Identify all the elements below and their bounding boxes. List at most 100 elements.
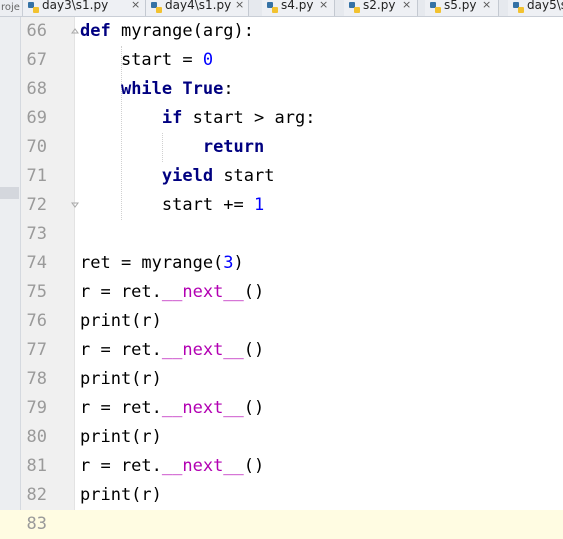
code-line[interactable]: 67 start = 0 [0,46,563,75]
line-number: 70 [26,137,47,157]
number-token: 0 [202,50,214,70]
tab-label: day4\s1.py [165,0,232,12]
line-number: 77 [26,340,47,360]
line-number: 73 [26,224,47,244]
code-line[interactable]: 77 r = ret.__next__() [0,336,563,365]
code-text[interactable]: r = ret.__next__() [80,452,264,481]
python-file-icon [513,2,524,13]
keyword-token: while [120,79,173,99]
code-line[interactable]: 75 r = ret.__next__() [0,278,563,307]
code-line[interactable]: 76 print(r) [0,307,563,336]
fold-end-icon[interactable] [71,201,79,209]
code-line[interactable]: 71 yield start [0,162,563,191]
tab-label: s2.py [363,0,396,12]
code-text[interactable]: r = ret.__next__() [80,394,264,423]
code-token: r = ret. [80,282,162,302]
code-token: () [243,456,265,476]
code-text[interactable]: print(r) [80,365,162,394]
code-line[interactable]: 83 [0,510,563,539]
code-text[interactable]: start += 1 [80,191,264,220]
tab-s2[interactable]: s2.py × [344,0,418,16]
magic-method-token: __next__ [161,456,244,476]
line-number: 68 [26,79,47,99]
keyword-token: True [182,79,224,99]
python-file-icon [267,2,278,13]
magic-method-token: __next__ [161,398,244,418]
code-text[interactable]: print(r) [80,307,162,336]
close-icon[interactable]: × [235,0,244,12]
close-icon[interactable]: × [482,0,491,12]
line-number: 74 [26,253,47,273]
code-text[interactable]: start = 0 [80,46,213,75]
tab-day4-s1[interactable]: day4\s1.py × [146,0,249,16]
code-line[interactable]: 78 print(r) [0,365,563,394]
keyword-token: if [161,108,183,128]
line-number: 83 [26,514,47,534]
code-text[interactable]: while True: [80,75,234,104]
code-line[interactable]: 68 while True: [0,75,563,104]
code-token: print(r) [80,311,162,331]
editor-tab-bar: roje day3\s1.py × day4\s1.py × s4.py × s… [0,0,563,17]
tab-s4[interactable]: s4.py × [262,0,335,16]
project-panel-label[interactable]: roje [0,0,23,16]
code-line[interactable]: 69 if start > arg: [0,104,563,133]
code-text[interactable]: print(r) [80,423,162,452]
line-number: 82 [26,485,47,505]
close-icon[interactable]: × [319,0,328,12]
code-text[interactable]: return [80,133,264,162]
code-text[interactable]: r = ret.__next__() [80,278,264,307]
code-line[interactable]: 80 print(r) [0,423,563,452]
tab-s5[interactable]: s5.py × [425,0,499,16]
close-icon[interactable]: × [402,0,411,12]
code-token: print(r) [80,427,162,447]
code-line[interactable]: 72 start += 1 [0,191,563,220]
code-line[interactable]: 81 r = ret.__next__() [0,452,563,481]
fold-collapse-icon[interactable] [71,27,79,35]
tab-label: day5\s [527,0,563,12]
number-token: 3 [223,253,234,273]
code-text[interactable]: yield start [80,162,275,191]
code-token: r = ret. [80,456,162,476]
code-token: : [223,79,234,99]
line-number: 78 [26,369,47,389]
tab-day3-s1[interactable]: day3\s1.py × [23,0,146,16]
code-text[interactable]: print(r) [80,481,162,510]
tab-day5[interactable]: day5\s [508,0,563,16]
line-number: 67 [26,50,47,70]
keyword-token: return [202,137,265,157]
code-text[interactable]: def myrange(arg): [80,17,254,46]
magic-method-token: __next__ [161,282,244,302]
python-file-icon [430,2,441,13]
code-token: start [213,166,275,186]
line-number: 79 [26,398,47,418]
code-token: () [243,282,265,302]
code-token: ) [233,253,244,273]
code-token: print(r) [80,369,162,389]
code-token: myrange(arg): [110,21,255,41]
code-text[interactable]: r = ret.__next__() [80,336,264,365]
code-token: () [243,340,265,360]
tab-label: s4.py [281,0,314,12]
number-token: 1 [254,195,265,215]
python-file-icon [28,2,39,13]
keyword-token: def [80,21,111,41]
code-line[interactable]: 66 def myrange(arg): [0,17,563,46]
code-text[interactable]: if start > arg: [80,104,316,133]
close-icon[interactable]: × [131,0,140,12]
tab-label: day3\s1.py [42,0,109,12]
python-file-icon [349,2,360,13]
code-token: ret = myrange( [80,253,224,273]
code-line[interactable]: 74 ret = myrange(3) [0,249,563,278]
code-token: print(r) [80,485,162,505]
code-line[interactable]: 70 return [0,133,563,162]
code-line[interactable]: 73 [0,220,563,249]
code-line[interactable]: 82 print(r) [0,481,563,510]
code-text[interactable]: ret = myrange(3) [80,249,244,278]
code-line[interactable]: 79 r = ret.__next__() [0,394,563,423]
keyword-token: yield [161,166,214,186]
code-token: start > arg: [182,108,316,128]
